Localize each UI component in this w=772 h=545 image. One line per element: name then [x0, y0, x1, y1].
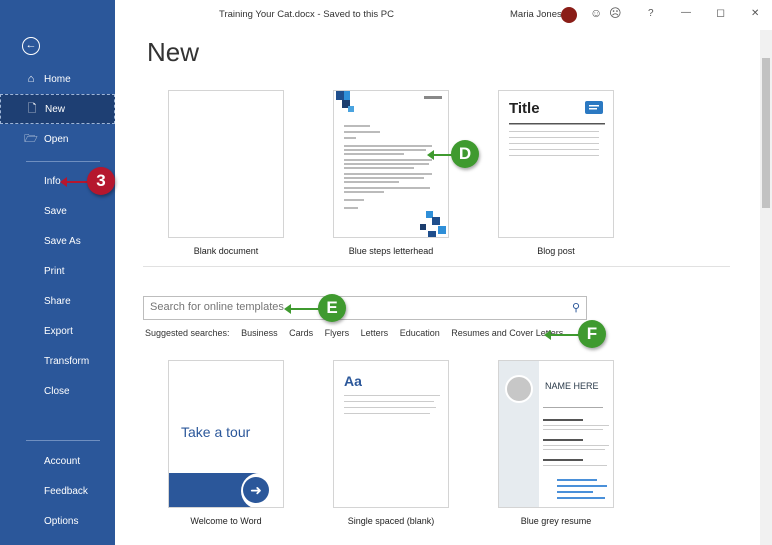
sidebar-item-label: Account: [44, 455, 81, 467]
template-label: Blank document: [193, 246, 259, 256]
template-label: Single spaced (blank): [347, 516, 435, 526]
sidebar-item-label: Transform: [44, 355, 90, 367]
sidebar-item-transform[interactable]: Transform: [0, 346, 115, 376]
resume-lines-preview: [543, 407, 609, 499]
sidebar-item-print[interactable]: Print: [0, 256, 115, 286]
sidebar-item-label: Save: [44, 205, 67, 217]
sidebar-item-export[interactable]: Export: [0, 316, 115, 346]
aa-preview: Aa: [344, 373, 362, 389]
sidebar-item-home[interactable]: ⌂ Home: [0, 64, 115, 94]
template-label: Blue grey resume: [520, 516, 592, 526]
callout-arrow: [427, 150, 453, 160]
suggestion-education[interactable]: Education: [400, 328, 440, 338]
callout-e: E: [318, 294, 346, 322]
search-icon[interactable]: ⚲: [572, 301, 580, 314]
sidebar-item-label: Print: [44, 265, 65, 277]
sidebar-item-open[interactable]: 🗁 Open: [0, 124, 115, 154]
sidebar-item-label: New: [45, 103, 66, 115]
document-title: Training Your Cat.docx - Saved to this P…: [219, 9, 394, 20]
backstage-sidebar: ← ⌂ Home 🗋 New 🗁 Open Info Save Save As …: [0, 0, 115, 545]
arrow-right-icon: ➜: [243, 477, 269, 503]
callout-arrow: [284, 304, 320, 314]
minimize-icon[interactable]: —: [681, 7, 691, 18]
home-icon: ⌂: [27, 73, 35, 85]
callout-arrow: [544, 330, 580, 340]
folder-open-icon: 🗁: [24, 132, 38, 145]
sidebar-item-label: Info: [44, 175, 61, 187]
sidebar-item-label: Share: [44, 295, 71, 307]
page-title: New: [147, 37, 200, 67]
template-blog-post[interactable]: Title: [498, 90, 614, 238]
title-bar: Training Your Cat.docx - Saved to this P…: [115, 0, 772, 30]
template-label: Blog post: [537, 246, 575, 256]
avatar: [505, 375, 533, 403]
sidebar-item-save[interactable]: Save: [0, 196, 115, 226]
callout-f: F: [578, 320, 606, 348]
sidebar-item-label: Open: [44, 133, 69, 145]
suggested-searches-label: Suggested searches:: [145, 328, 230, 338]
divider: [143, 266, 730, 267]
sidebar-item-save-as[interactable]: Save As: [0, 226, 115, 256]
sidebar-item-label: Export: [44, 325, 73, 337]
template-blank-document[interactable]: [168, 90, 284, 238]
template-blue-steps-letterhead[interactable]: [333, 90, 449, 238]
close-icon[interactable]: ✕: [751, 8, 759, 19]
blog-title-preview: Title: [509, 100, 540, 117]
suggested-searches: Suggested searches: Business Cards Flyer…: [145, 328, 572, 338]
help-icon[interactable]: ?: [648, 8, 654, 19]
avatar[interactable]: [561, 7, 577, 23]
sidebar-item-label: Options: [44, 515, 79, 527]
sidebar-divider: [26, 440, 100, 441]
sidebar-item-new[interactable]: 🗋 New: [0, 94, 115, 124]
single-spaced-lines-preview: [344, 395, 440, 414]
frown-icon[interactable]: ☹: [609, 6, 622, 20]
sidebar-item-close[interactable]: Close: [0, 376, 115, 406]
restore-icon[interactable]: ◻: [716, 6, 725, 19]
sidebar-divider: [26, 161, 100, 162]
resume-name-preview: NAME HERE: [545, 381, 599, 391]
sidebar-item-account[interactable]: Account: [0, 446, 115, 476]
sidebar-item-options[interactable]: Options: [0, 506, 115, 536]
back-arrow-icon[interactable]: ←: [22, 37, 40, 55]
search-box[interactable]: ⚲: [143, 296, 587, 320]
sidebar-item-label: Save As: [44, 235, 81, 247]
smiley-icon[interactable]: ☺: [590, 6, 602, 20]
new-document-icon: 🗋: [27, 102, 37, 115]
callout-d: D: [451, 140, 479, 168]
template-label: Welcome to Word: [190, 516, 262, 526]
sidebar-item-label: Close: [44, 385, 70, 397]
callout-arrow: [60, 177, 88, 187]
template-welcome-to-word[interactable]: Take a tour ➜: [168, 360, 284, 508]
sidebar-item-feedback[interactable]: Feedback: [0, 476, 115, 506]
sidebar-item-label: Feedback: [44, 485, 88, 497]
search-input[interactable]: [150, 301, 550, 313]
template-label: Blue steps letterhead: [348, 246, 434, 256]
suggestion-letters[interactable]: Letters: [361, 328, 389, 338]
blog-lines-preview: [509, 123, 605, 156]
suggestion-cards[interactable]: Cards: [289, 328, 313, 338]
user-name[interactable]: Maria Jones: [510, 9, 562, 20]
suggestion-flyers[interactable]: Flyers: [325, 328, 350, 338]
sidebar-item-label: Home: [44, 73, 71, 85]
callout-step-3: 3: [87, 167, 115, 195]
scrollbar[interactable]: [760, 30, 772, 545]
scrollbar-thumb[interactable]: [762, 58, 770, 208]
take-a-tour-text: Take a tour: [181, 424, 251, 440]
template-blue-grey-resume[interactable]: NAME HERE: [498, 360, 614, 508]
comment-icon: [585, 101, 603, 114]
sidebar-item-share[interactable]: Share: [0, 286, 115, 316]
suggestion-business[interactable]: Business: [241, 328, 278, 338]
template-single-spaced-blank[interactable]: Aa: [333, 360, 449, 508]
letterhead-preview: [336, 91, 446, 237]
